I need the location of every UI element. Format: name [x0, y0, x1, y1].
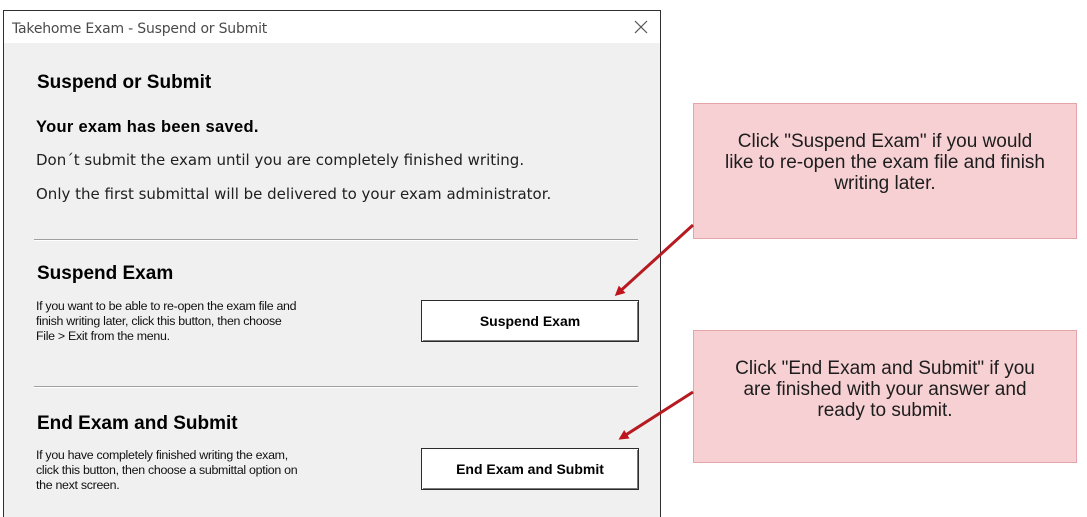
divider-top — [34, 239, 638, 241]
screenshot-stage: Takehome Exam - Suspend or Submit Suspen… — [0, 0, 1087, 517]
suspend-callout-line: like to re-open the exam file and finish — [724, 152, 1045, 173]
suspend-callout-line: writing later. — [834, 173, 936, 194]
suspend-section-title: Suspend Exam — [37, 263, 174, 284]
suspend-callout-line: Click "Suspend Exam" if you would — [737, 131, 1033, 152]
suspend-description: If you want to be able to re-open the ex… — [36, 299, 356, 344]
submit-callout-line: ready to submit. — [817, 400, 953, 421]
suspend-description-line: File > Exit from the menu. — [36, 329, 170, 343]
suspend-or-submit-dialog: Takehome Exam - Suspend or Submit Suspen… — [3, 10, 661, 517]
instruction-line-2: Only the first submittal will be deliver… — [36, 185, 552, 203]
submit-description-line: If you have completely finished writing … — [36, 448, 288, 462]
title-bar: Takehome Exam - Suspend or Submit — [4, 11, 660, 43]
suspend-description-line: If you want to be able to re-open the ex… — [36, 299, 297, 313]
window-title: Takehome Exam - Suspend or Submit — [12, 21, 268, 37]
submit-callout-line: are finished with your answer and — [743, 379, 1027, 400]
submit-callout-line: Click "End Exam and Submit" if you — [735, 358, 1035, 379]
submit-description-line: the next screen. — [36, 478, 120, 492]
close-icon[interactable] — [630, 16, 652, 38]
dialog-heading: Suspend or Submit — [37, 72, 212, 93]
submit-section-title: End Exam and Submit — [37, 413, 238, 434]
suspend-exam-button[interactable]: Suspend Exam — [421, 300, 639, 342]
divider-bottom — [34, 386, 638, 388]
submit-callout: Click "End Exam and Submit" if you are f… — [693, 330, 1077, 463]
submit-description: If you have completely finished writing … — [36, 448, 356, 493]
saved-message: Your exam has been saved. — [36, 118, 259, 136]
submit-description-line: click this button, then choose a submitt… — [36, 463, 298, 477]
instruction-line-1: Don´t submit the exam until you are comp… — [36, 151, 525, 169]
suspend-callout: Click "Suspend Exam" if you would like t… — [693, 103, 1077, 239]
suspend-description-line: finish writing later, click this button,… — [36, 314, 282, 328]
end-exam-and-submit-button[interactable]: End Exam and Submit — [421, 448, 639, 490]
